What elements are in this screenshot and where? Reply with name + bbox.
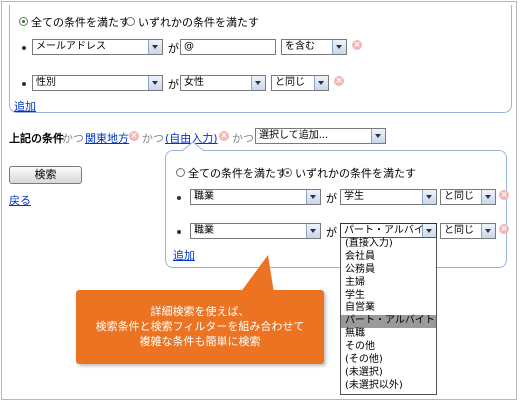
dropdown-option[interactable]: (直接入力) [341,238,436,251]
and-label: かつ [142,132,164,145]
dropdown-option[interactable]: (その他) [341,354,436,367]
operator-select-value: と同じ [444,225,474,236]
chevron-down-icon [371,129,385,143]
ga-label: が [326,226,337,239]
remove-filter-icon[interactable]: × [219,131,229,141]
operator-select-value: を含む [285,41,315,52]
add-filter-select[interactable]: 選択して追加... [255,128,386,144]
dropdown-option[interactable]: その他 [341,341,436,354]
field-select[interactable]: メールアドレス [32,39,163,55]
row-bullet [22,82,26,86]
field-select-value: 職業 [194,225,214,236]
and-label: かつ [62,132,84,145]
sub-match-any-radio[interactable] [283,168,292,177]
dropdown-option[interactable]: 主婦 [341,277,436,290]
dropdown-option[interactable]: 無職 [341,328,436,341]
field-select-value: 性別 [36,77,56,88]
row-bullet [22,46,26,50]
remove-row-icon[interactable]: × [499,190,509,200]
row-bullet [177,230,181,234]
sub-operator-select[interactable]: と同じ [440,189,496,205]
match-any-radio[interactable] [126,17,135,26]
value-select[interactable]: 女性 [180,75,266,91]
callout-line-3: 複雑な条件も簡単に検索 [139,335,261,348]
back-link[interactable]: 戻る [9,192,31,208]
dropdown-option[interactable]: (未選択以外) [341,380,436,393]
ga-label: が [168,42,179,55]
match-all-label: 全ての条件を満たす [31,16,130,29]
sub-field-select[interactable]: 職業 [190,189,321,205]
chevron-down-icon [306,190,320,204]
sub-field-select[interactable]: 職業 [190,223,321,239]
callout-line-1: 詳細検索を使えば、 [150,305,250,318]
occupation-dropdown-list: (直接入力) 会社員 公務員 主婦 学生 自営業 パート・アルバイト 無職 その他 (その他) (未… [340,237,437,395]
and-label: かつ [232,132,254,145]
chevron-down-icon [148,40,162,54]
sub-value-select[interactable]: 学生 [340,189,437,205]
remove-row-icon[interactable]: × [334,76,344,86]
operator-select-value: と同じ [444,191,474,202]
chevron-down-icon [251,76,265,90]
chevron-down-icon [314,76,328,90]
sub-match-all-label: 全ての条件を満たす [188,167,287,180]
add-filter-select-value: 選択して追加... [259,130,329,141]
operator-select-value: と同じ [275,77,305,88]
add-condition-link[interactable]: 追加 [14,98,36,114]
above-conditions-label: 上記の条件 [9,132,64,145]
chevron-down-icon [306,224,320,238]
sub-operator-select[interactable]: と同じ [440,223,496,239]
callout-line-2: 検索条件と検索フィルターを組み合わせて [95,320,305,333]
dropdown-option[interactable]: 会社員 [341,251,436,264]
sub-match-any-label: いずれかの条件を満たす [295,167,416,180]
chevron-down-icon [148,76,162,90]
remove-filter-icon[interactable]: × [129,131,139,141]
ga-label: が [168,78,179,91]
value-select-value: パート・アルバイト [344,225,434,236]
chevron-down-icon [332,40,346,54]
value-select-value: 女性 [184,77,204,88]
remove-row-icon[interactable]: × [499,224,509,234]
panel-pointer [182,141,205,152]
callout-tail [240,255,274,293]
ga-label: が [326,192,337,205]
chevron-down-icon [481,224,495,238]
dropdown-option[interactable]: パート・アルバイト [341,315,436,329]
sub-add-condition-link[interactable]: 追加 [173,247,195,263]
search-button[interactable]: 検索 [9,166,82,184]
match-all-radio[interactable] [19,17,28,26]
value-input[interactable]: @ [180,39,276,55]
operator-select[interactable]: と同じ [271,75,329,91]
dropdown-option[interactable]: 自営業 [341,302,436,315]
sub-match-all-radio[interactable] [176,168,185,177]
feature-callout: 詳細検索を使えば、 検索条件と検索フィルターを組み合わせて 複雑な条件も簡単に検… [76,290,324,364]
operator-select[interactable]: を含む [281,39,347,55]
kanto-region-link[interactable]: 関東地方 [85,130,129,146]
field-select-value: メールアドレス [36,41,106,52]
field-select[interactable]: 性別 [32,75,163,91]
chevron-down-icon [422,190,436,204]
chevron-down-icon [422,224,436,238]
field-select-value: 職業 [194,191,214,202]
dropdown-option[interactable]: 学生 [341,290,436,303]
dropdown-option[interactable]: 公務員 [341,264,436,277]
match-any-label: いずれかの条件を満たす [138,16,259,29]
remove-row-icon[interactable]: × [352,40,362,50]
dropdown-option[interactable]: (未選択) [341,367,436,380]
value-select-value: 学生 [344,191,364,202]
row-bullet [177,196,181,200]
chevron-down-icon [481,190,495,204]
